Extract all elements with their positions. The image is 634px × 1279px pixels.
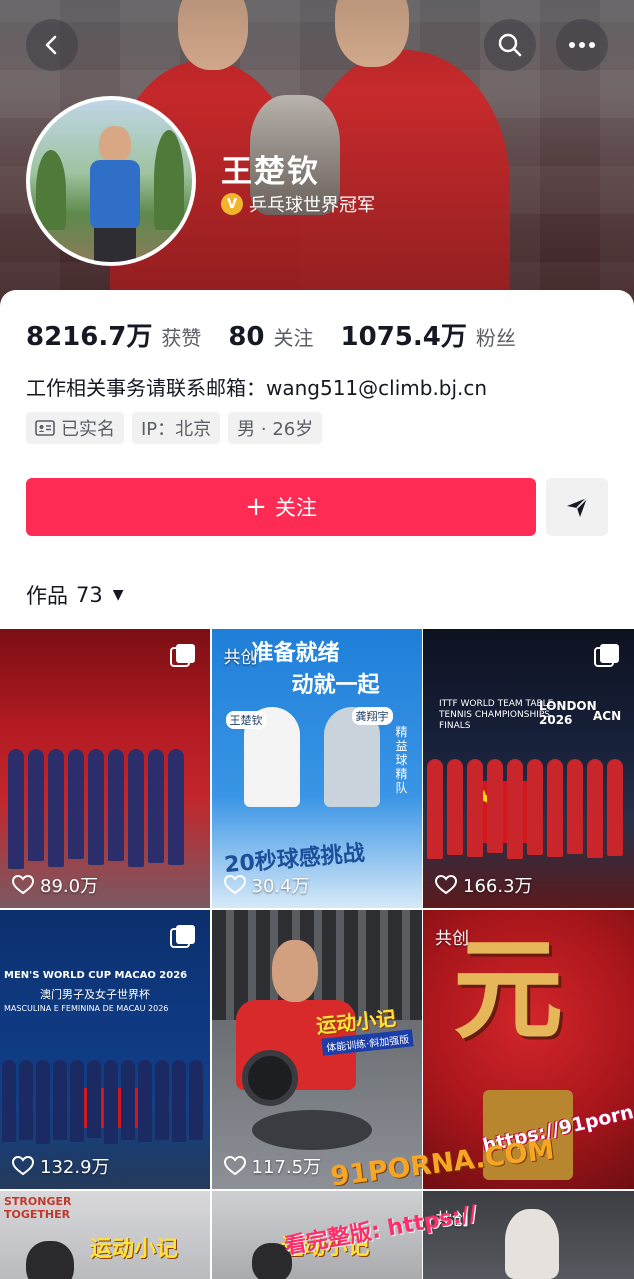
multi-image-icon: [594, 644, 619, 667]
verified-badge-icon: V: [221, 193, 243, 215]
heart-icon: [435, 875, 457, 895]
like-count: 30.4万: [223, 872, 310, 898]
video-tile[interactable]: 89.0万: [0, 629, 210, 908]
more-button[interactable]: [556, 19, 608, 71]
person-head: [271, 940, 318, 1002]
works-count: 73: [76, 583, 103, 607]
ip-tag: IP：北京: [132, 412, 221, 444]
name-label-right: 龚翔宇: [351, 707, 393, 725]
big-character: 元: [453, 926, 563, 1054]
plus-icon: +: [245, 492, 267, 522]
video-tile[interactable]: ITTF WORLD TEAM TABLE TENNIS CHAMPIONSHI…: [423, 629, 634, 908]
like-count: 132.9万: [12, 1153, 110, 1179]
event-banner-cn: 澳门男子及女子世界杯: [40, 988, 150, 1001]
name-label-left: 王楚钦: [225, 711, 267, 729]
heart-icon: [12, 875, 34, 895]
slogan-text: STRONGER TOGETHER: [4, 1195, 72, 1221]
like-count: 117.5万: [223, 1153, 322, 1179]
gender-age-label: 男 · 26岁: [237, 419, 314, 440]
cocreate-badge: 共创: [435, 929, 469, 949]
like-count: 166.3万: [435, 872, 533, 898]
tab-works[interactable]: 作品 73 ▼: [26, 580, 124, 610]
tag-row: 已实名 IP：北京 男 · 26岁: [26, 412, 323, 444]
verified-row[interactable]: V 乒乓球世界冠军: [221, 191, 375, 217]
stats-row: 8216.7万 获赞 80 关注 1075.4万 粉丝: [26, 316, 543, 353]
video-tile[interactable]: STRONGER TOGETHER 运动小记: [0, 1191, 210, 1279]
like-count-value: 30.4万: [251, 876, 310, 897]
likes-count[interactable]: 8216.7万: [26, 316, 152, 353]
heart-icon: [223, 1156, 246, 1176]
ip-label: IP：北京: [141, 419, 212, 440]
weight-plate: [241, 1050, 298, 1106]
verified-title: 乒乓球世界冠军: [249, 195, 375, 216]
avatar[interactable]: [26, 96, 196, 266]
team-group: [2, 1060, 203, 1144]
heart-icon: [12, 1156, 34, 1176]
like-count-value: 132.9万: [40, 1157, 110, 1178]
follow-label: 关注: [274, 496, 317, 520]
tile-side-text: 精益球精队: [395, 725, 408, 795]
following-count[interactable]: 80: [228, 322, 264, 352]
following-label: 关注: [273, 326, 314, 350]
real-name-tag: 已实名: [26, 412, 124, 444]
send-icon: [567, 497, 588, 517]
avatar-palm-tree: [36, 150, 66, 230]
team-group: [8, 749, 184, 869]
like-count: 89.0万: [12, 872, 98, 898]
event-banner-sponsor: ACN: [593, 709, 622, 723]
event-banner-pt: MASCULINA E FEMININA DE MACAU 2026: [4, 1004, 169, 1013]
video-tile[interactable]: 运动小记 体能训练·斜加强版 117.5万: [211, 910, 422, 1189]
avatar-person-legs: [94, 228, 136, 262]
multi-image-icon: [170, 644, 195, 667]
avatar-person-body: [90, 160, 140, 230]
video-grid: 89.0万 准备就绪 动就一起 王楚钦 龚翔宇 精益球精队 20秒球感挑战 共创…: [0, 629, 634, 1279]
video-tile[interactable]: MEN'S WORLD CUP MACAO 2026 澳门男子及女子世界杯 MA…: [0, 910, 210, 1189]
gender-age-tag: 男 · 26岁: [228, 412, 323, 444]
team-group: [427, 759, 623, 859]
bio-text: 工作相关事务请联系邮箱：wang511@climb.bj.cn: [26, 376, 488, 400]
cocreate-badge: 共创: [223, 648, 258, 668]
followers-count[interactable]: 1075.4万: [341, 316, 467, 353]
search-button[interactable]: [484, 19, 536, 71]
back-button[interactable]: [26, 19, 78, 71]
id-card-icon: [35, 420, 55, 436]
share-button[interactable]: [546, 478, 608, 536]
search-icon: [498, 33, 522, 57]
video-thumbnail: [0, 910, 210, 1189]
like-count-value: 166.3万: [463, 876, 533, 897]
tile-title-mid: 动就一起: [291, 673, 380, 698]
works-label: 作品: [26, 584, 68, 608]
follow-button[interactable]: + 关注: [26, 478, 536, 536]
chevron-left-icon: [45, 35, 57, 55]
tile-title-top: 准备就绪: [251, 641, 340, 666]
multi-image-icon: [170, 925, 195, 948]
video-tile[interactable]: 准备就绪 动就一起 王楚钦 龚翔宇 精益球精队 20秒球感挑战 共创 30.4万: [211, 629, 422, 908]
avatar-palm-tree: [154, 130, 184, 230]
profile-name: 王楚钦: [221, 154, 320, 190]
likes-label: 获赞: [161, 326, 202, 350]
caret-down-icon: ▼: [112, 587, 124, 603]
event-banner-text: MEN'S WORLD CUP MACAO 2026: [4, 970, 188, 981]
person-head: [505, 1209, 559, 1279]
like-count-value: 89.0万: [40, 876, 99, 897]
followers-label: 粉丝: [475, 326, 516, 350]
like-count-value: 117.5万: [251, 1157, 322, 1178]
bosu-ball: [251, 1110, 372, 1150]
real-name-label: 已实名: [61, 419, 115, 440]
more-dots-icon: [569, 42, 595, 48]
person-head: [26, 1241, 74, 1279]
tile-title: 运动小记: [90, 1237, 179, 1262]
avatar-person-head: [99, 126, 131, 164]
heart-icon: [223, 875, 246, 895]
